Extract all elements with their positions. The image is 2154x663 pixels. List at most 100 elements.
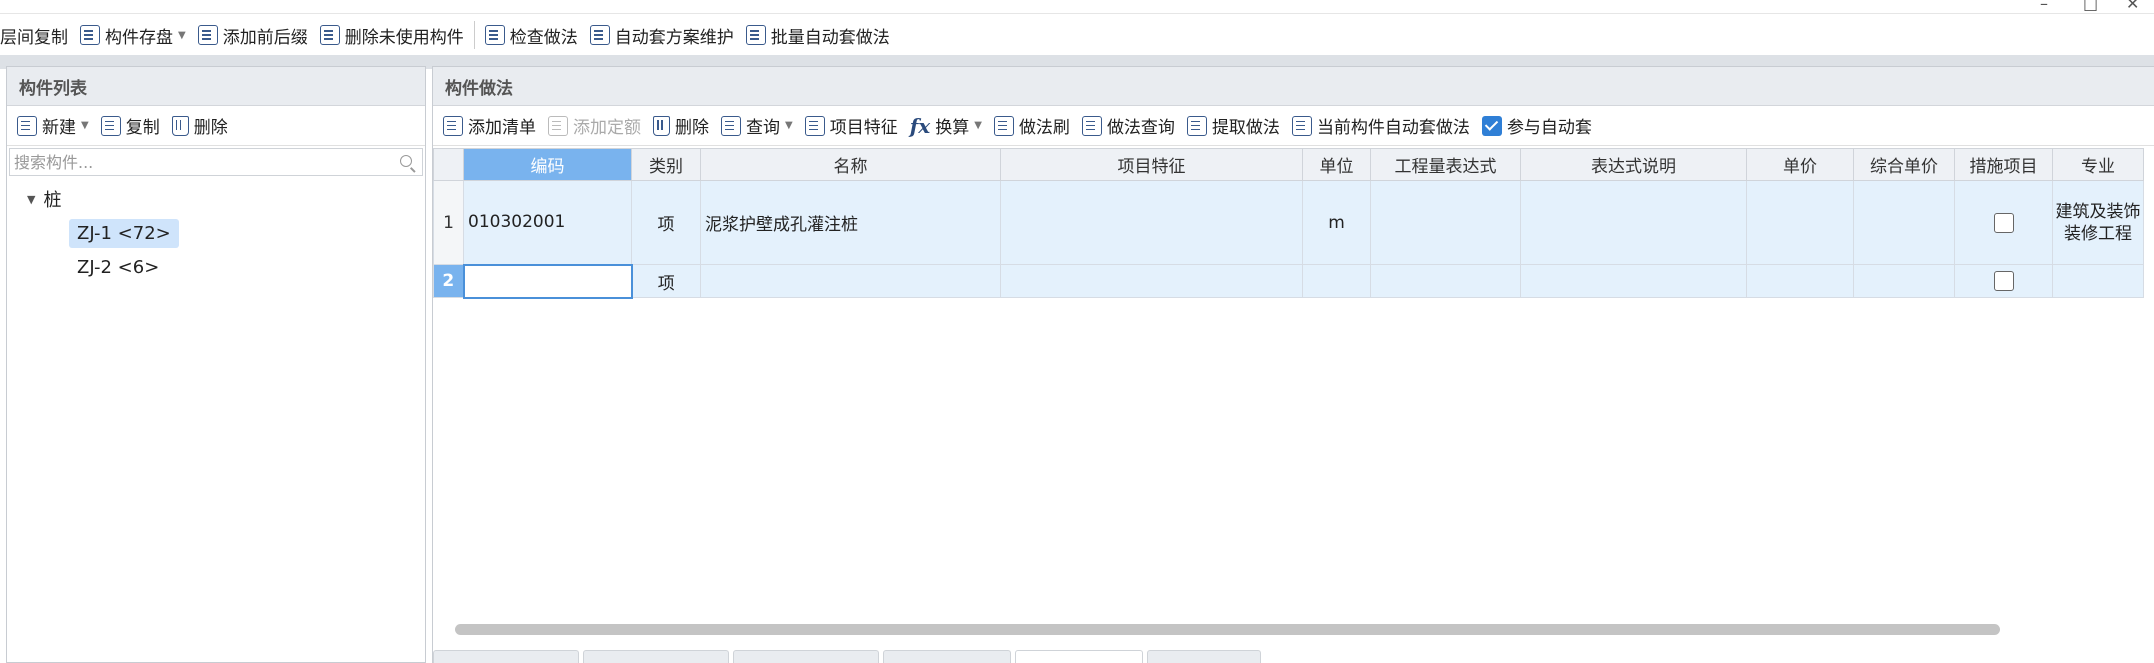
close-icon[interactable]: ✕: [2126, 0, 2139, 13]
save-component-label: 构件存盘: [105, 27, 173, 48]
new-component-button[interactable]: 新建 ▼: [11, 110, 95, 142]
search-icon[interactable]: [400, 155, 412, 167]
chevron-down-icon[interactable]: ▼: [81, 120, 89, 131]
query-label: 查询: [746, 118, 780, 138]
specialty-text: 建筑及装饰装修工程: [2055, 201, 2141, 244]
main-toolbar: 层间复制 构件存盘 ▼ 添加前后缀 删除未使用构件 检查做法 自动套方案维护 批…: [0, 15, 2154, 55]
cell-feature[interactable]: [1000, 180, 1303, 265]
cell-type[interactable]: 项: [631, 180, 701, 265]
table-row[interactable]: 2 项: [433, 263, 2144, 299]
cell-total-price[interactable]: [1853, 264, 1955, 298]
auto-scheme-label: 自动套方案维护: [614, 27, 734, 48]
col-header-unit[interactable]: 单位: [1302, 148, 1371, 181]
tree-root-label: 桩: [43, 190, 62, 211]
search-input[interactable]: [14, 152, 384, 172]
col-header-type[interactable]: 类别: [631, 148, 701, 181]
cell-price[interactable]: [1746, 180, 1854, 265]
extract-method-label: 提取做法: [1211, 118, 1280, 138]
delete-method-button[interactable]: 删除: [647, 110, 715, 142]
floor-copy-button[interactable]: 层间复制: [0, 19, 74, 51]
check-method-button[interactable]: 检查做法: [479, 19, 584, 51]
bottom-tab[interactable]: [883, 650, 1011, 663]
component-list-toolbar: 新建 ▼ 复制 删除: [7, 106, 425, 146]
col-header-price[interactable]: 单价: [1746, 148, 1854, 181]
bottom-tab[interactable]: [433, 650, 579, 663]
auto-scheme-button[interactable]: 自动套方案维护: [584, 19, 740, 51]
batch-auto-button[interactable]: 批量自动套做法: [740, 19, 896, 51]
cell-name[interactable]: [700, 264, 1001, 298]
maximize-icon[interactable]: □: [2083, 0, 2098, 13]
cell-expr[interactable]: [1370, 180, 1521, 265]
add-quota-button[interactable]: 添加定额: [542, 110, 647, 142]
add-list-button[interactable]: 添加清单: [437, 110, 542, 142]
col-header-total-price[interactable]: 综合单价: [1853, 148, 1955, 181]
delete-method-label: 删除: [675, 118, 709, 138]
tree-node-root[interactable]: ▼ 桩: [7, 182, 425, 216]
cell-feature[interactable]: [1000, 264, 1303, 298]
bottom-tab[interactable]: [583, 650, 729, 663]
col-header-expr-desc[interactable]: 表达式说明: [1520, 148, 1747, 181]
col-header-rowno: [433, 148, 464, 181]
col-header-feature[interactable]: 项目特征: [1000, 148, 1303, 181]
cell-unit[interactable]: [1302, 264, 1371, 298]
cell-specialty[interactable]: 建筑及装饰装修工程: [2052, 180, 2144, 265]
col-header-specialty[interactable]: 专业: [2052, 148, 2144, 181]
expand-triangle-icon[interactable]: ▼: [27, 193, 35, 206]
cell-price[interactable]: [1746, 264, 1854, 298]
add-affix-button[interactable]: 添加前后缀: [192, 19, 314, 51]
measure-checkbox[interactable]: [1993, 271, 2014, 291]
current-auto-button[interactable]: 当前构件自动套做法: [1286, 110, 1476, 142]
checkbox-checked-icon[interactable]: [1481, 115, 1502, 136]
col-header-expr[interactable]: 工程量表达式: [1370, 148, 1521, 181]
query-icon: [721, 115, 741, 136]
tree-node-zj1[interactable]: ZJ-1 <72>: [7, 216, 425, 250]
method-query-button[interactable]: 做法查询: [1076, 110, 1181, 142]
cell-code-editing[interactable]: [462, 263, 633, 299]
cell-code[interactable]: 010302001: [463, 180, 632, 265]
cell-type[interactable]: 项: [631, 264, 701, 298]
add-list-icon: [443, 115, 463, 136]
tree-node-zj2[interactable]: ZJ-2 <6>: [7, 250, 425, 284]
bottom-tab-active[interactable]: [1015, 650, 1143, 663]
chevron-down-icon[interactable]: ▼: [178, 30, 186, 41]
method-query-icon: [1081, 115, 1102, 136]
col-header-measure[interactable]: 措施项目: [1954, 148, 2053, 181]
cell-expr[interactable]: [1370, 264, 1521, 298]
bottom-tab[interactable]: [733, 650, 879, 663]
tree-node-label: ZJ-2 <6>: [77, 256, 160, 278]
measure-checkbox[interactable]: [1993, 212, 2014, 233]
add-affix-icon: [197, 25, 218, 45]
trash-icon: [653, 115, 670, 136]
add-list-label: 添加清单: [468, 118, 536, 138]
extract-method-button[interactable]: 提取做法: [1181, 110, 1286, 142]
cell-name[interactable]: 泥浆护壁成孔灌注桩: [700, 180, 1001, 265]
component-method-title: 构件做法: [433, 66, 2154, 106]
save-component-button[interactable]: 构件存盘 ▼: [74, 19, 192, 51]
col-header-code[interactable]: 编码: [463, 148, 632, 181]
delete-unused-button[interactable]: 删除未使用构件: [314, 19, 470, 51]
col-header-name[interactable]: 名称: [700, 148, 1001, 181]
join-auto-checkbox[interactable]: 参与自动套: [1476, 110, 1598, 142]
brush-icon: [993, 115, 1014, 136]
query-button[interactable]: 查询 ▼: [715, 110, 799, 142]
cell-measure[interactable]: [1954, 264, 2053, 298]
cell-measure[interactable]: [1954, 180, 2053, 265]
tree-node-label: ZJ-1 <72>: [69, 218, 179, 248]
cell-specialty[interactable]: [2052, 264, 2144, 298]
minimize-icon[interactable]: –: [2040, 0, 2048, 13]
extract-method-icon: [1186, 115, 1207, 136]
convert-button[interactable]: fx 换算 ▼: [904, 110, 988, 142]
cell-unit[interactable]: m: [1302, 180, 1371, 265]
cell-expr-desc[interactable]: [1520, 180, 1747, 265]
copy-component-button[interactable]: 复制: [95, 110, 166, 142]
method-brush-button[interactable]: 做法刷: [988, 110, 1076, 142]
cell-expr-desc[interactable]: [1520, 264, 1747, 298]
chevron-down-icon[interactable]: ▼: [785, 120, 793, 131]
horizontal-scrollbar[interactable]: [455, 624, 2000, 635]
cell-total-price[interactable]: [1853, 180, 1955, 265]
table-row[interactable]: 1 010302001 项 泥浆护壁成孔灌注桩 m 建筑及装饰装修工程: [433, 180, 2144, 265]
bottom-tab[interactable]: [1147, 650, 1261, 663]
chevron-down-icon[interactable]: ▼: [974, 120, 982, 131]
item-feature-button[interactable]: 项目特征: [799, 110, 904, 142]
delete-component-button[interactable]: 删除: [166, 110, 234, 142]
